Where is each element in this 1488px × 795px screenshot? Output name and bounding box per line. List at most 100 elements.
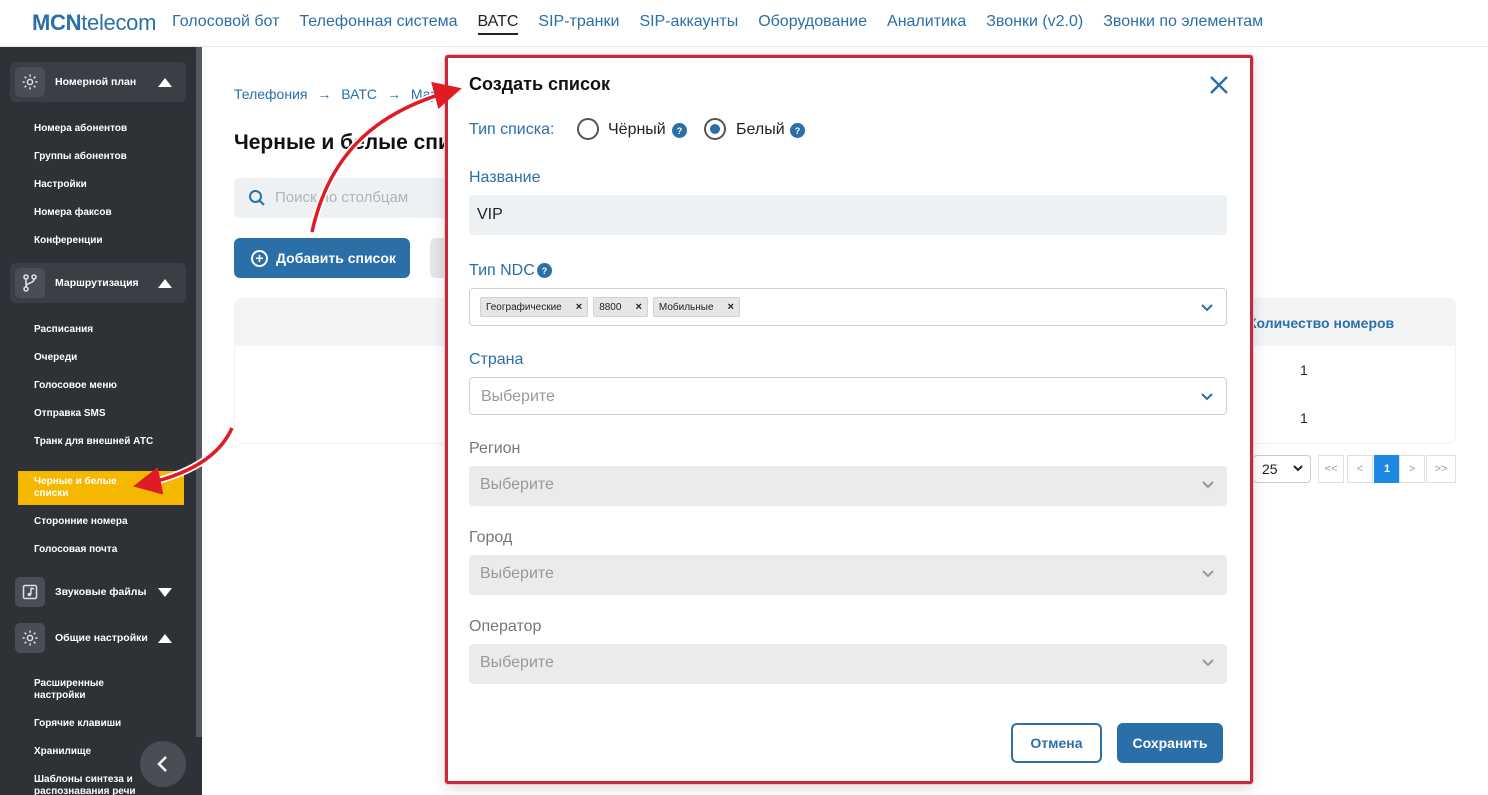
- radio-black-label[interactable]: Чёрный: [608, 121, 666, 139]
- sidebar-item-hotkeys[interactable]: Горячие клавиши: [34, 718, 184, 730]
- sidebar-item-queues[interactable]: Очереди: [34, 352, 184, 364]
- cancel-button[interactable]: Отмена: [1011, 723, 1102, 763]
- radio-white-label[interactable]: Белый: [736, 121, 785, 139]
- chip-label: Мобильные: [658, 301, 714, 313]
- ndc-chip: Мобильные ×: [652, 297, 740, 317]
- city-select[interactable]: Выберите: [469, 555, 1227, 595]
- branch-icon: [15, 268, 45, 298]
- sidebar-section-general-settings[interactable]: Общие настройки: [10, 618, 186, 658]
- operator-label: Оператор: [469, 618, 542, 635]
- sidebar-item-subscriber-numbers[interactable]: Номера абонентов: [34, 123, 184, 135]
- pagination-prev[interactable]: <: [1347, 455, 1373, 483]
- chevron-down-icon: [1201, 393, 1213, 401]
- sidebar-item-speech-templates[interactable]: Шаблоны синтеза и распознавания речи: [34, 774, 154, 795]
- nav-links: Голосовой бот Телефонная система ВАТС SI…: [172, 11, 1283, 35]
- create-list-modal: Создать список Тип списка: Чёрный ? Белы…: [445, 55, 1253, 784]
- operator-select[interactable]: Выберите: [469, 644, 1227, 684]
- city-label: Город: [469, 529, 513, 546]
- per-page-select[interactable]: 25: [1253, 455, 1311, 483]
- sidebar-section-number-plan[interactable]: Номерной план: [10, 62, 186, 102]
- sidebar-section-label: Маршрутизация: [55, 277, 139, 289]
- nav-voice-bot[interactable]: Голосовой бот: [172, 11, 279, 35]
- gear-icon: [15, 623, 45, 653]
- logo-rest: telecom: [81, 10, 157, 35]
- save-button[interactable]: Сохранить: [1117, 723, 1223, 763]
- sidebar-section-routing[interactable]: Маршрутизация: [10, 263, 186, 303]
- nav-sip-accounts[interactable]: SIP-аккаунты: [639, 11, 738, 35]
- pagination-first[interactable]: <<: [1318, 455, 1344, 483]
- modal-title: Создать список: [469, 74, 610, 94]
- help-icon[interactable]: ?: [672, 123, 687, 138]
- breadcrumb-telephony[interactable]: Телефония: [234, 86, 307, 102]
- search-field[interactable]: Поиск по столбцам: [234, 178, 449, 218]
- nav-analytics[interactable]: Аналитика: [887, 11, 966, 35]
- chevron-down-icon: [1202, 481, 1214, 489]
- sidebar-section-sound-files[interactable]: Звуковые файлы: [10, 572, 186, 612]
- breadcrumb-routing[interactable]: Марш: [411, 86, 450, 102]
- logo[interactable]: MCNtelecom: [32, 10, 156, 36]
- nav-equipment[interactable]: Оборудование: [758, 11, 867, 35]
- nav-phone-system[interactable]: Телефонная система: [299, 11, 457, 35]
- sidebar-item-conferences[interactable]: Конференции: [34, 235, 184, 247]
- list-type-label: Тип списка:: [469, 121, 555, 138]
- chevron-down-icon: [1201, 304, 1213, 312]
- pagination-last[interactable]: >>: [1426, 455, 1456, 483]
- country-select[interactable]: Выберите: [469, 377, 1227, 415]
- name-label: Название: [469, 169, 541, 186]
- radio-white[interactable]: [704, 118, 726, 140]
- search-placeholder: Поиск по столбцам: [275, 189, 409, 206]
- sidebar-item-settings[interactable]: Настройки: [34, 179, 184, 191]
- ndc-chip: 8800 ×: [593, 297, 648, 317]
- column-header-count[interactable]: Количество номеров: [1248, 315, 1394, 331]
- chevron-left-icon: [157, 756, 167, 772]
- sidebar: Номерной план Номера абонентов Группы аб…: [0, 47, 202, 795]
- name-value: VIP: [477, 206, 503, 223]
- sidebar-item-external-trunk[interactable]: Транк для внешней АТС: [34, 436, 154, 448]
- pagination-page-1[interactable]: 1: [1374, 455, 1400, 483]
- remove-chip-icon[interactable]: ×: [635, 301, 641, 313]
- sidebar-item-fax-numbers[interactable]: Номера факсов: [34, 207, 184, 219]
- sidebar-section-label: Номерной план: [55, 76, 137, 88]
- per-page-value: 25: [1262, 461, 1278, 477]
- ndc-chips: Географические × 8800 × Мобильные ×: [480, 297, 745, 317]
- nav-sip-trunks[interactable]: SIP-транки: [538, 11, 619, 35]
- table-cell-count: 1: [1300, 410, 1308, 426]
- add-list-button[interactable]: + Добавить список: [234, 238, 410, 278]
- chip-label: 8800: [599, 301, 622, 313]
- help-icon[interactable]: ?: [537, 263, 552, 278]
- remove-chip-icon[interactable]: ×: [576, 301, 582, 313]
- chip-label: Географические: [486, 301, 562, 313]
- sidebar-item-subscriber-groups[interactable]: Группы абонентов: [34, 151, 184, 163]
- collapse-sidebar-button[interactable]: [140, 741, 186, 787]
- ndc-chip: Географические ×: [480, 297, 589, 317]
- sidebar-item-black-white-lists[interactable]: Черные и белые списки: [18, 471, 184, 505]
- plus-circle-icon: +: [251, 249, 268, 267]
- sidebar-item-voicemail[interactable]: Голосовая почта: [34, 544, 184, 556]
- pagination-next[interactable]: >: [1399, 455, 1425, 483]
- country-label: Страна: [469, 351, 524, 368]
- sidebar-item-third-party-numbers[interactable]: Сторонние номера: [34, 516, 184, 528]
- sidebar-scrollbar[interactable]: [196, 47, 202, 737]
- sidebar-item-advanced-settings[interactable]: Расширенные настройки: [34, 678, 144, 702]
- sidebar-item-schedules[interactable]: Расписания: [34, 324, 184, 336]
- nav-calls-v2[interactable]: Звонки (v2.0): [986, 11, 1083, 35]
- radio-selected-dot: [710, 124, 720, 134]
- sidebar-item-voice-menu[interactable]: Голосовое меню: [34, 380, 184, 392]
- sidebar-item-sms[interactable]: Отправка SMS: [34, 408, 184, 420]
- arrow-right-icon: →: [386, 86, 401, 102]
- remove-chip-icon[interactable]: ×: [728, 301, 734, 313]
- nav-calls-by-elements[interactable]: Звонки по элементам: [1103, 11, 1263, 35]
- gear-icon: [15, 67, 45, 97]
- region-select[interactable]: Выберите: [469, 466, 1227, 506]
- operator-placeholder: Выберите: [480, 654, 554, 671]
- radio-black[interactable]: [577, 118, 599, 140]
- close-icon[interactable]: [1208, 74, 1230, 96]
- name-input[interactable]: VIP: [469, 195, 1227, 235]
- music-file-icon: [15, 577, 45, 607]
- search-icon: [249, 190, 265, 206]
- sidebar-item-label: Черные и белые списки: [34, 476, 117, 499]
- help-icon[interactable]: ?: [790, 123, 805, 138]
- nav-vats[interactable]: ВАТС: [477, 11, 519, 35]
- breadcrumb-vats[interactable]: ВАТС: [341, 86, 377, 102]
- ndc-type-multiselect[interactable]: Географические × 8800 × Мобильные ×: [469, 288, 1227, 326]
